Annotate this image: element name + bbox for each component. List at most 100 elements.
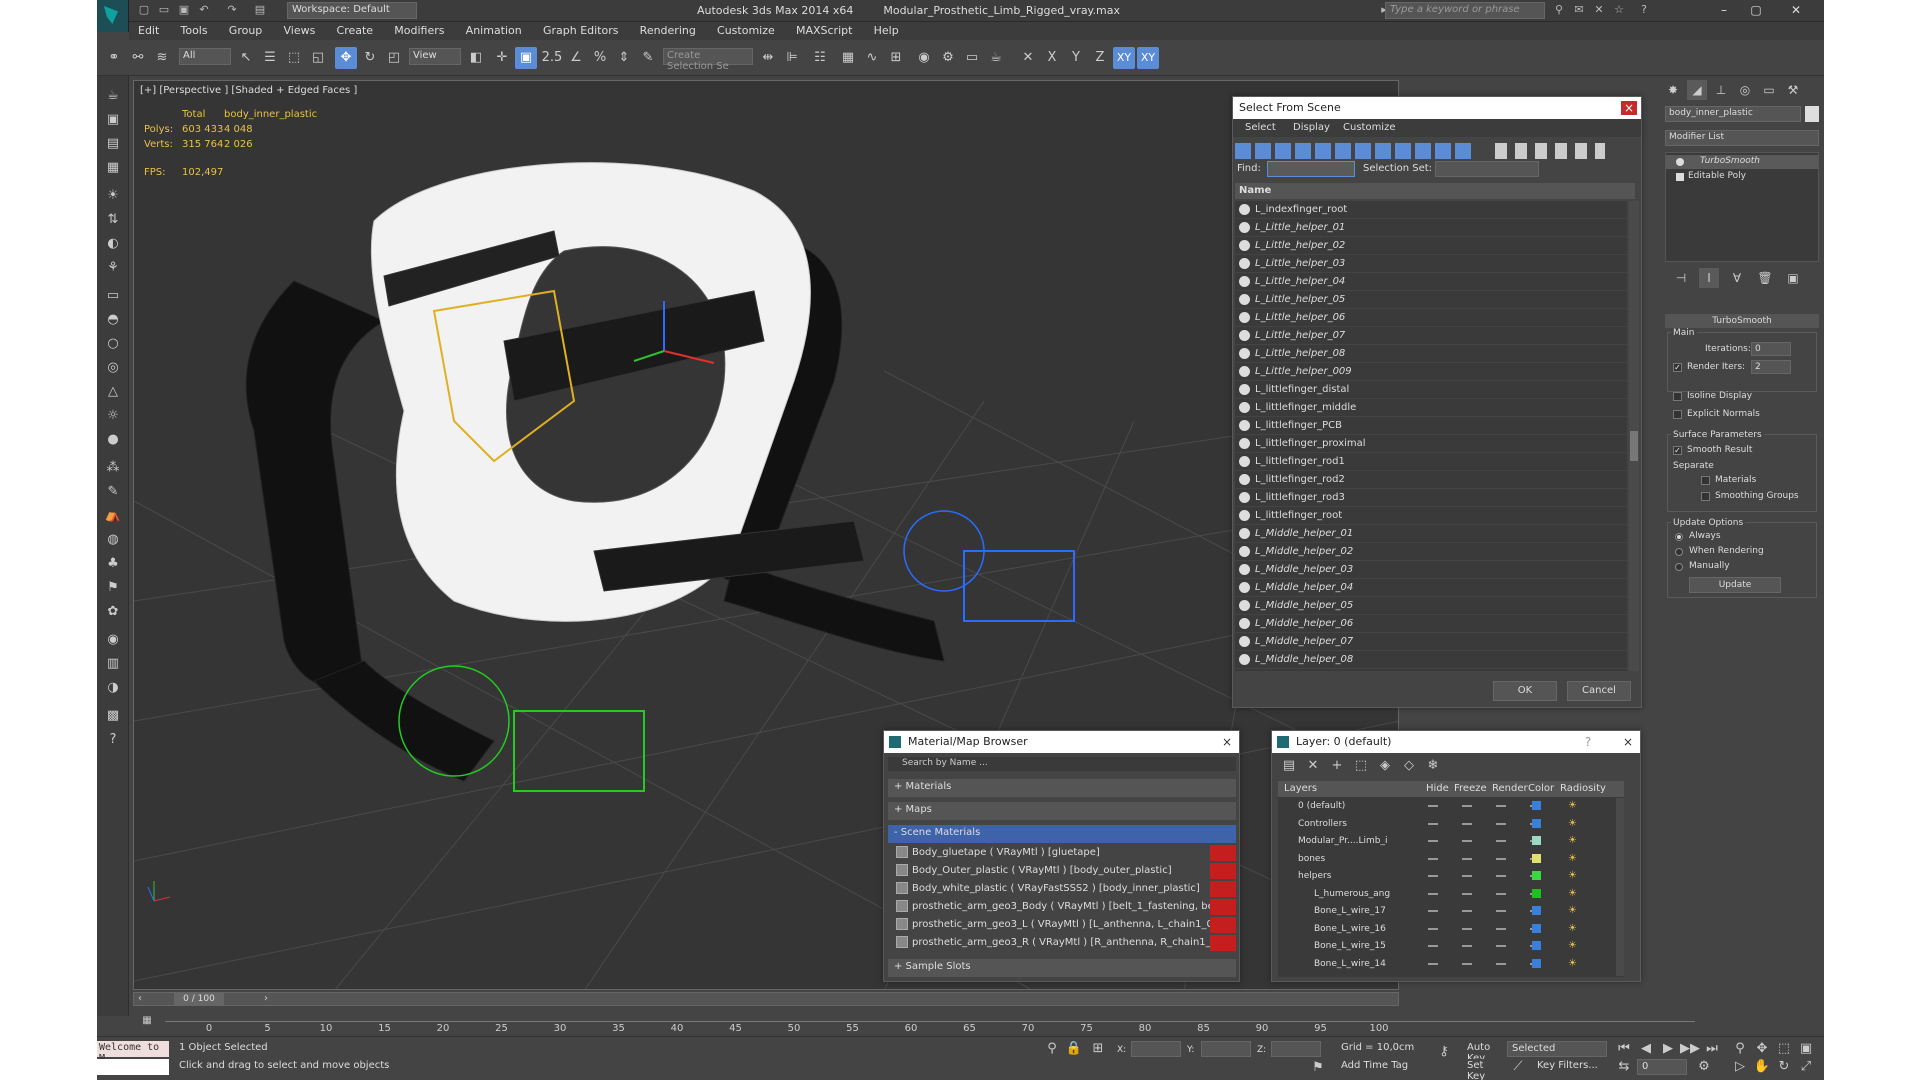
manually-radio[interactable]	[1675, 563, 1683, 571]
menu-edit[interactable]: Edit	[129, 22, 168, 39]
isolate-selection-icon[interactable]: ⚲	[1041, 1038, 1063, 1060]
maxscript-listener[interactable]: Welcome to M	[97, 1041, 169, 1064]
z-coordinate-field[interactable]	[1271, 1041, 1321, 1057]
time-config-icon[interactable]: ⚙	[1693, 1056, 1715, 1078]
freeze-all-layers-icon[interactable]: ❄	[1422, 755, 1444, 777]
layer-color-swatch[interactable]	[1532, 941, 1541, 950]
cancel-button[interactable]: Cancel	[1567, 681, 1631, 701]
layer-property-toggles[interactable]	[1428, 875, 1538, 877]
spinner-snap-icon[interactable]: ⇕	[613, 47, 635, 69]
community-icon[interactable]: ✉	[1572, 3, 1586, 17]
scene-material-row[interactable]: Body_white_plastic ( VRayFastSSS2 ) [bod…	[896, 880, 1236, 898]
layer-color-swatch[interactable]	[1532, 818, 1541, 828]
smooth-result-checkbox[interactable]: ✓	[1673, 446, 1682, 455]
window-crossing-icon[interactable]: ◱	[307, 47, 329, 69]
radiosity-icon[interactable]: ☀	[1568, 940, 1580, 952]
mini-curve-editor-icon[interactable]: ▦	[133, 1007, 161, 1035]
scene-object-row[interactable]: L_Middle_helper_07	[1235, 633, 1627, 651]
display-option-buttons[interactable]	[1495, 143, 1605, 159]
scene-object-row[interactable]: L_Little_helper_009	[1235, 363, 1627, 381]
scene-object-row[interactable]: L_Middle_helper_01	[1235, 525, 1627, 543]
display-panel-icon[interactable]: ▭	[1759, 80, 1779, 100]
toolbox-icon[interactable]: ▩	[103, 706, 123, 726]
layer-color-swatch[interactable]	[1532, 871, 1541, 880]
hemisphere-icon[interactable]: ◓	[103, 310, 123, 330]
orbit-icon[interactable]: ↻	[1773, 1056, 1795, 1078]
scene-object-row[interactable]: L_Little_helper_06	[1235, 309, 1627, 327]
key-filters-button[interactable]: Key Filters...	[1533, 1059, 1607, 1075]
layer-color-swatch[interactable]	[1532, 906, 1541, 915]
separate-smoothing-checkbox[interactable]	[1701, 492, 1710, 501]
binoculars-icon[interactable]: ⚲	[1552, 3, 1566, 17]
scene-object-row[interactable]: L_Little_helper_07	[1235, 327, 1627, 345]
helper-hf-icon[interactable]: ⚑	[103, 578, 123, 598]
close-button[interactable]: ✕	[1787, 2, 1805, 18]
hide-all-layers-icon[interactable]: ◇	[1398, 755, 1420, 777]
material-browser-close-button[interactable]: ×	[1219, 735, 1235, 749]
scene-object-row[interactable]: L_Little_helper_05	[1235, 291, 1627, 309]
make-unique-icon[interactable]: ∀	[1727, 268, 1747, 288]
layer-manager-icon[interactable]: ☷	[809, 47, 831, 69]
name-column-header[interactable]: Name	[1235, 183, 1635, 199]
box-icon[interactable]: ▭	[103, 286, 123, 306]
scene-object-row[interactable]: L_littlefinger_rod2	[1235, 471, 1627, 489]
selection-set-dropdown[interactable]	[1435, 161, 1539, 177]
scene-object-row[interactable]: L_littlefinger_proximal	[1235, 435, 1627, 453]
menu-tools[interactable]: Tools	[172, 22, 217, 39]
utilities-panel-icon[interactable]: ⚒	[1783, 80, 1803, 100]
scene-material-row[interactable]: Body_gluetape ( VRayMtl ) [gluetape]	[896, 844, 1236, 862]
radiosity-icon[interactable]: ☀	[1568, 888, 1580, 900]
menu-views[interactable]: Views	[274, 22, 324, 39]
layer-color-swatch[interactable]	[1532, 836, 1541, 845]
scene-material-row[interactable]: Body_Outer_plastic ( VRayMtl ) [body_out…	[896, 862, 1236, 880]
radiosity-icon[interactable]: ☀	[1568, 923, 1580, 935]
graphite-tools-icon[interactable]: ▦	[837, 47, 859, 69]
cone-icon[interactable]: △	[103, 382, 123, 402]
bind-space-warp-icon[interactable]: ≋	[151, 47, 173, 69]
layer-property-toggles[interactable]	[1428, 857, 1538, 860]
redo-icon[interactable]: ↷	[225, 3, 239, 17]
render-production-icon[interactable]: ☕	[985, 47, 1007, 69]
highlight-layer-icon[interactable]: ◈	[1374, 755, 1396, 777]
col-color[interactable]: Color	[1528, 783, 1554, 794]
edit-named-selection-icon[interactable]: ✎	[637, 47, 659, 69]
layer-manager-close-button[interactable]: ×	[1620, 735, 1636, 749]
exchange-icon[interactable]: ✕	[1592, 3, 1606, 17]
layer-row[interactable]: bones ☀	[1278, 851, 1614, 868]
key-mode-icon[interactable]: ⇆	[1613, 1056, 1635, 1078]
menu-animation[interactable]: Animation	[457, 22, 531, 39]
prev-frame-arrow-icon[interactable]: ‹	[134, 993, 146, 1005]
particles-icon[interactable]: ⁂	[103, 458, 123, 478]
panel-icon[interactable]: ▤	[103, 134, 123, 154]
isoline-display-checkbox[interactable]	[1673, 392, 1682, 401]
radiosity-icon[interactable]: ☀	[1568, 835, 1580, 847]
layer-row[interactable]: Bone_L_wire_17 ☀	[1278, 903, 1614, 920]
col-radiosity[interactable]: Radiosity	[1560, 783, 1606, 794]
orb-icon[interactable]: ●	[103, 430, 123, 450]
menu-rendering[interactable]: Rendering	[631, 22, 705, 39]
add-time-tag-button[interactable]: Add Time Tag	[1337, 1059, 1427, 1075]
select-by-name-icon[interactable]: ☰	[259, 47, 281, 69]
curve-editor-icon[interactable]: ∿	[861, 47, 883, 69]
stack-toggle-icon[interactable]	[1676, 173, 1684, 181]
image-icon[interactable]: ▣	[103, 110, 123, 130]
col-hide[interactable]: Hide	[1426, 783, 1449, 794]
scene-object-row[interactable]: L_Middle_helper_06	[1235, 615, 1627, 633]
time-slider-thumb[interactable]: 0 / 100	[174, 993, 224, 1005]
layer-row[interactable]: Modular_Pr....Limb_i ☀	[1278, 833, 1614, 850]
layer-row[interactable]: Controllers ☀	[1278, 816, 1614, 833]
axis-xy-cycle-button[interactable]: XY	[1137, 47, 1159, 69]
select-from-scene-close-button[interactable]: ×	[1621, 101, 1637, 115]
schematic-view-icon[interactable]: ⊞	[885, 47, 907, 69]
rendered-frame-window-icon[interactable]: ▭	[961, 47, 983, 69]
col-freeze[interactable]: Freeze	[1454, 783, 1487, 794]
layer-icon[interactable]: ▥	[103, 654, 123, 674]
scene-object-row[interactable]: L_Middle_helper_02	[1235, 543, 1627, 561]
favorites-star-icon[interactable]: ☆	[1612, 3, 1626, 17]
menu-create[interactable]: Create	[328, 22, 383, 39]
col-layers[interactable]: Layers	[1284, 783, 1317, 794]
globe-icon[interactable]: ◍	[103, 530, 123, 550]
mirror-icon[interactable]: ⇹	[757, 47, 779, 69]
object-color-swatch[interactable]	[1805, 106, 1819, 122]
create-panel-icon[interactable]: ✸	[1663, 80, 1683, 100]
